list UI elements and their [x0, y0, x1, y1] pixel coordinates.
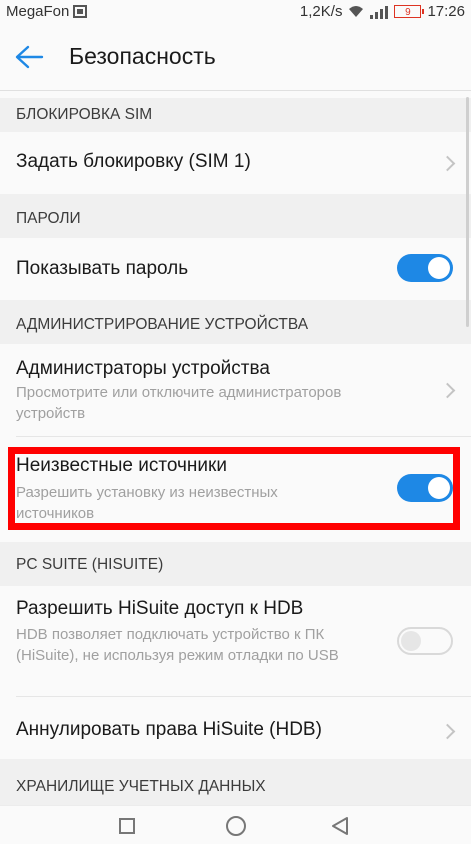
item-title: Задать блокировку (SIM 1)	[16, 151, 251, 172]
app-bar: Безопасность	[0, 24, 471, 90]
item-title: Показывать пароль	[16, 258, 189, 279]
chevron-right-icon	[439, 382, 456, 399]
list-item-sim-lock[interactable]: Задать блокировку (SIM 1)	[0, 132, 471, 194]
battery-icon: 9	[394, 5, 425, 18]
status-right: 1,2K/s 9 17:26	[300, 3, 465, 20]
navigation-bar	[0, 805, 471, 844]
signal-icon	[370, 5, 389, 19]
wifi-icon	[349, 6, 364, 17]
clock: 17:26	[427, 3, 465, 20]
highlight-box	[8, 447, 460, 530]
section-header-storage: ХРАНИЛИЩЕ УЧЕТНЫХ ДАННЫХ	[0, 759, 471, 805]
list-item-show-password[interactable]: Показывать пароль	[0, 238, 471, 300]
section-header-passwords: ПАРОЛИ	[0, 194, 471, 238]
item-subtitle: Просмотрите или отключите администраторо…	[16, 384, 342, 422]
home-icon[interactable]	[226, 816, 246, 836]
sim-icon	[73, 5, 88, 18]
chevron-right-icon	[439, 723, 456, 740]
scrollbar[interactable]	[466, 97, 469, 327]
item-title: Администраторы устройства	[16, 358, 270, 379]
section-header-sim: БЛОКИРОВКА SIM	[0, 98, 471, 132]
hisuite-hdb-toggle[interactable]	[397, 627, 453, 655]
toggle-knob	[401, 631, 421, 651]
network-speed: 1,2K/s	[299, 3, 343, 20]
recent-apps-icon[interactable]	[119, 818, 135, 834]
header-divider	[0, 90, 471, 91]
status-bar: MegaFon 1,2K/s 9 17:26	[0, 0, 471, 24]
item-title: Разрешить HiSuite доступ к HDB	[16, 598, 304, 619]
section-header-pcsuite: PC SUITE (HISUITE)	[0, 542, 471, 586]
list-item-revoke-hisuite[interactable]: Аннулировать права HiSuite (HDB)	[0, 697, 471, 759]
list-item-hisuite-hdb[interactable]: Разрешить HiSuite доступ к HDB HDB позво…	[0, 586, 471, 696]
chevron-right-icon	[439, 155, 456, 172]
page-title: Безопасность	[69, 43, 216, 69]
toggle-knob	[428, 257, 450, 279]
item-subtitle: HDB позволяет подключать устройство к ПК…	[16, 626, 339, 664]
arrow-left-icon[interactable]	[14, 44, 44, 70]
list-item-device-admins[interactable]: Администраторы устройства Просмотрите ил…	[0, 344, 471, 436]
status-left: MegaFon	[6, 3, 88, 20]
section-header-admin: АДМИНИСТРИРОВАНИЕ УСТРОЙСТВА	[0, 300, 471, 344]
show-password-toggle[interactable]	[397, 254, 453, 282]
carrier-name: MegaFon	[6, 3, 70, 20]
item-title: Аннулировать права HiSuite (HDB)	[16, 719, 322, 740]
back-icon[interactable]	[330, 816, 350, 836]
